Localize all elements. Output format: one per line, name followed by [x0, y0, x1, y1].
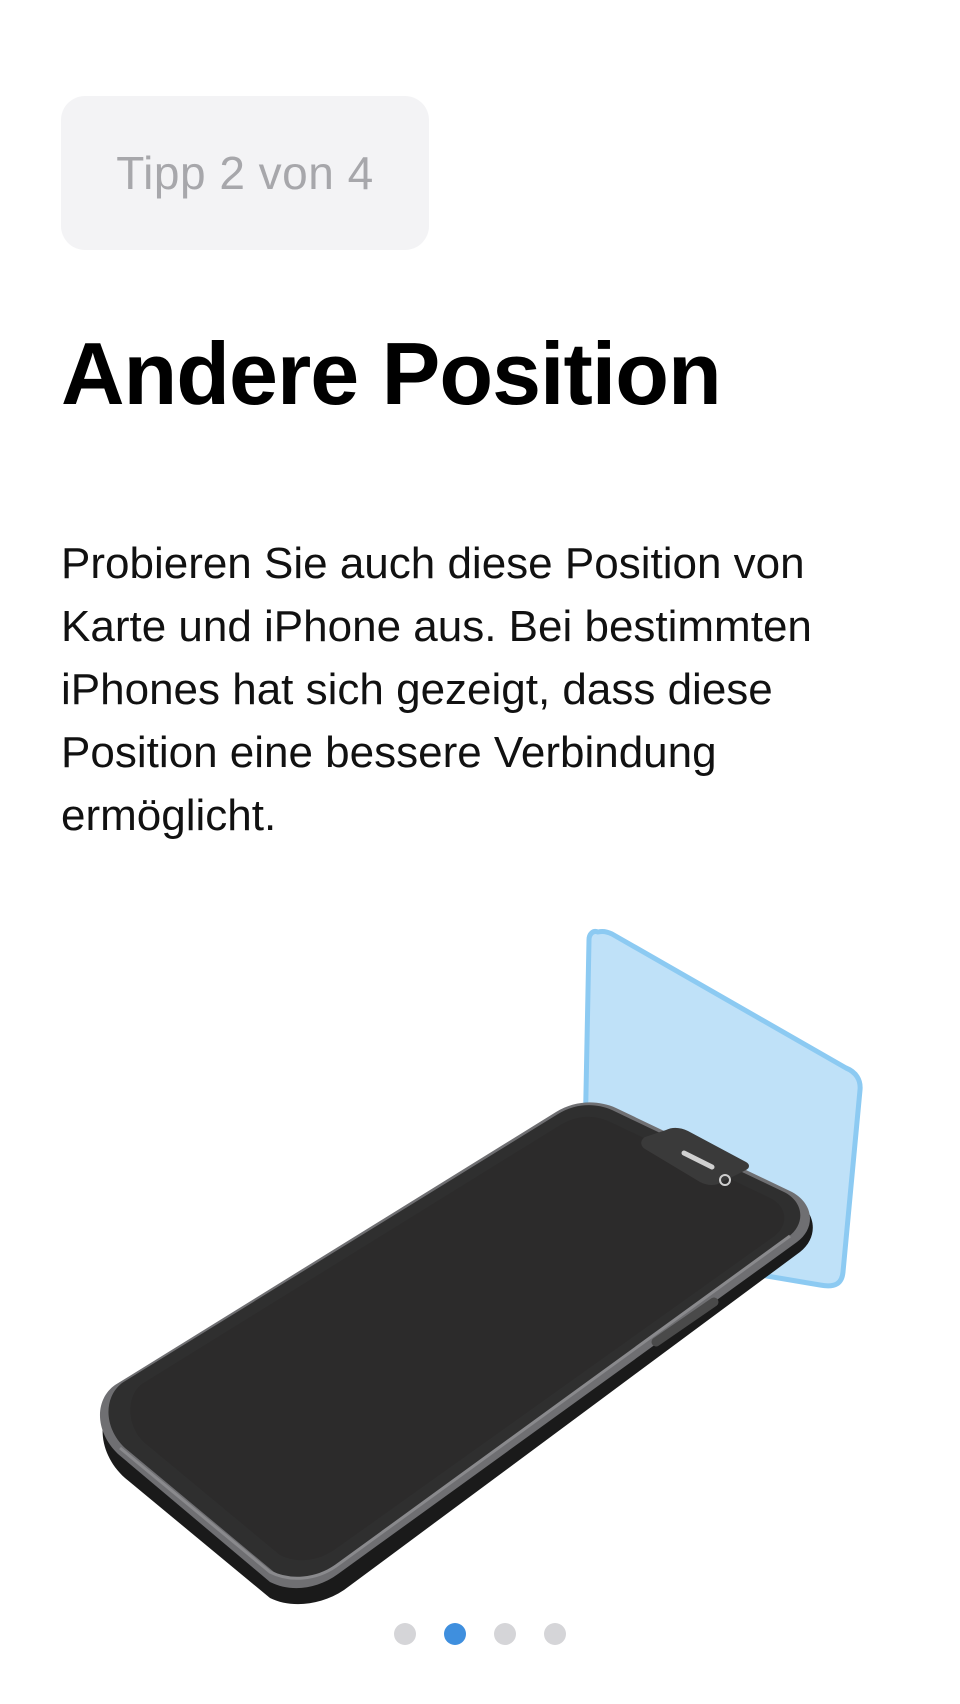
tip-counter-label: Tipp 2 von 4: [116, 147, 374, 199]
page-dot-1[interactable]: [394, 1623, 416, 1645]
tip-description: Probieren Sie auch diese Position von Ka…: [61, 539, 812, 840]
page-dot-4[interactable]: [544, 1623, 566, 1645]
page-dot-2-active[interactable]: [444, 1623, 466, 1645]
page-indicator[interactable]: [0, 1623, 960, 1647]
page-dot-3[interactable]: [494, 1623, 516, 1645]
tip-counter-badge: Tipp 2 von 4: [61, 96, 429, 250]
tip-screen: Tipp 2 von 4 Andere Position Probieren S…: [0, 0, 960, 1704]
page-title: Andere Position: [61, 324, 722, 423]
card-and-iphone-illustration: [99, 928, 863, 1605]
